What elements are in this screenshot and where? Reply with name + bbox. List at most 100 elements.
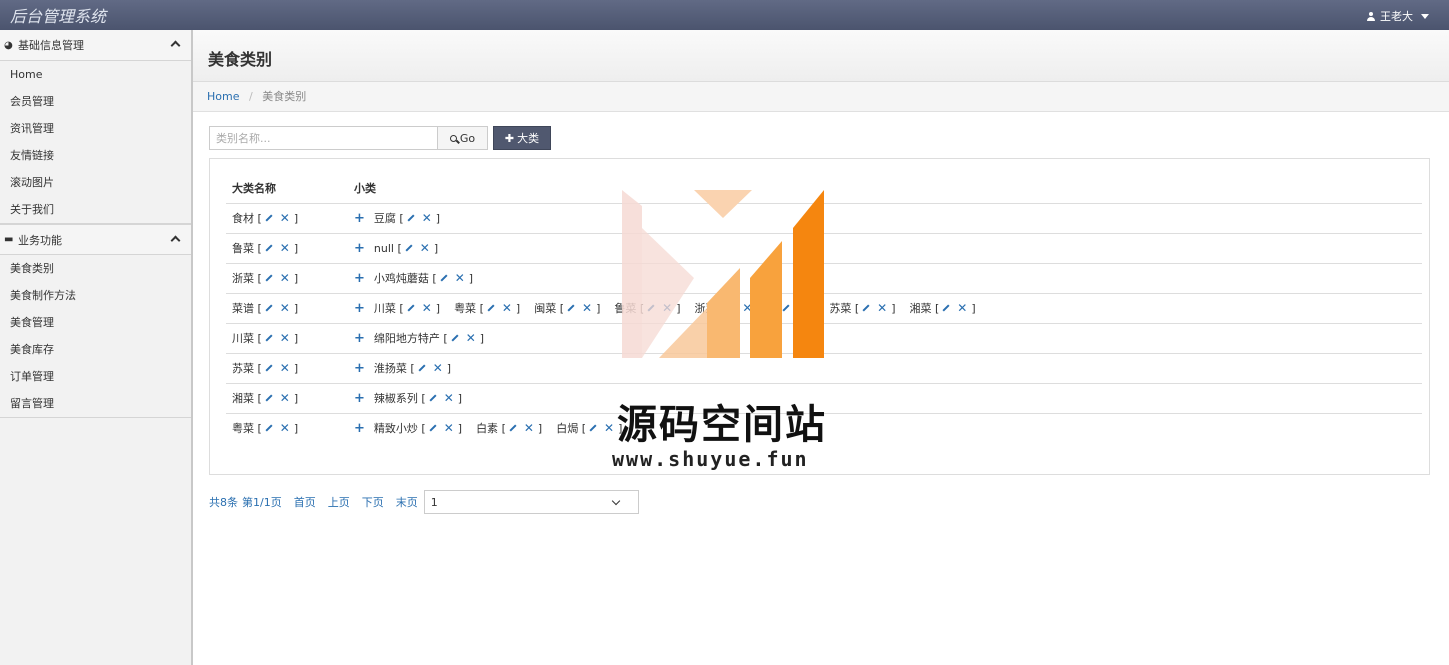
pager-prev[interactable]: 上页 [328,494,350,510]
delete-icon[interactable]: ✕ [444,421,454,435]
subcategory-item: 湘菜 [✕] [910,300,976,316]
delete-icon[interactable]: ✕ [662,301,672,315]
edit-icon[interactable] [265,274,273,282]
sidebar-item-recipes[interactable]: 美食制作方法 [0,282,191,309]
go-button[interactable]: Go [438,126,488,150]
delete-icon[interactable]: ✕ [877,301,887,315]
sidebar-item-about[interactable]: 关于我们 [0,196,191,223]
edit-icon[interactable] [451,334,459,342]
delete-icon[interactable]: ✕ [455,271,465,285]
delete-icon[interactable]: ✕ [604,421,614,435]
edit-icon[interactable] [265,214,273,222]
edit-icon[interactable] [265,424,273,432]
sidebar-item-food-manage[interactable]: 美食管理 [0,309,191,336]
page-select[interactable]: 1 [423,490,639,514]
subcategory-name: 粤菜 [454,302,477,315]
sidebar-item-orders[interactable]: 订单管理 [0,363,191,390]
delete-icon[interactable]: ✕ [280,361,290,375]
subcategory-name: 白焗 [556,422,579,436]
delete-icon[interactable]: ✕ [957,301,967,315]
add-subcategory-icon[interactable]: + [354,301,365,316]
add-subcategory-icon[interactable]: + [354,361,365,376]
edit-icon[interactable] [782,304,790,312]
table-row: 食材 [✕] + 豆腐 [✕] [226,203,1422,234]
delete-icon[interactable]: ✕ [524,421,534,435]
delete-icon[interactable]: ✕ [797,301,807,315]
bracket-close: ] [435,302,441,315]
edit-icon[interactable] [407,304,415,312]
sidebar-item-messages[interactable]: 留言管理 [0,390,191,417]
delete-icon[interactable]: ✕ [582,301,592,315]
add-subcategory-icon[interactable]: + [354,211,365,226]
delete-icon[interactable]: ✕ [422,301,432,315]
delete-icon[interactable]: ✕ [742,301,752,315]
edit-icon[interactable] [509,424,517,432]
edit-icon[interactable] [429,424,437,432]
bracket-close: ] [293,422,299,436]
delete-icon[interactable]: ✕ [433,361,443,375]
search-input[interactable] [209,126,438,150]
edit-icon[interactable] [567,304,575,312]
edit-icon[interactable] [942,304,950,312]
edit-icon[interactable] [405,243,413,252]
pager-first[interactable]: 首页 [294,494,316,510]
bracket-open: [ [257,212,262,225]
delete-icon[interactable]: ✕ [422,211,432,225]
sidebar-group-basic[interactable]: ◕ 基础信息管理 [0,30,191,61]
subcategory-name: 浙菜 [694,302,717,315]
sidebar-item-carousel[interactable]: 滚动图片 [0,169,191,196]
edit-icon[interactable] [418,364,426,372]
add-category-button[interactable]: ✚ 大类 [493,126,551,150]
add-subcategory-icon[interactable]: + [354,391,365,406]
delete-icon[interactable]: ✕ [280,241,290,255]
pager-next[interactable]: 下页 [362,494,384,510]
bracket-close: ] [457,422,463,436]
edit-icon[interactable] [265,364,273,372]
go-label: Go [459,131,476,145]
edit-icon[interactable] [265,334,273,342]
edit-icon[interactable] [265,394,273,402]
delete-icon[interactable]: ✕ [280,271,290,285]
delete-icon[interactable]: ✕ [280,421,290,435]
edit-icon[interactable] [862,304,870,312]
delete-icon[interactable]: ✕ [420,241,430,255]
user-icon [1367,11,1375,21]
delete-icon[interactable]: ✕ [444,391,454,405]
edit-icon[interactable] [440,274,448,282]
delete-icon[interactable]: ✕ [280,211,290,225]
sidebar-item-inventory[interactable]: 美食库存 [0,336,191,363]
bracket-close: ] [515,302,521,315]
bracket-open: [ [257,302,262,315]
edit-icon[interactable] [265,304,273,312]
category-name: 鲁菜 [232,242,254,255]
edit-icon[interactable] [589,424,597,432]
sidebar-item-news[interactable]: 资讯管理 [0,115,191,142]
add-subcategory-icon[interactable]: + [354,241,365,256]
add-subcategory-icon[interactable]: + [354,331,365,346]
bracket-open: [ [443,332,448,345]
pager-last[interactable]: 末页 [396,494,418,510]
edit-icon[interactable] [265,244,273,252]
sidebar-item-food-category[interactable]: 美食类别 [0,255,191,282]
sidebar-group-business[interactable]: ▬ 业务功能 [0,224,191,255]
delete-icon[interactable]: ✕ [280,391,290,405]
delete-icon[interactable]: ✕ [280,301,290,315]
edit-icon[interactable] [727,304,735,312]
sidebar-item-links[interactable]: 友情链接 [0,142,191,169]
delete-icon[interactable]: ✕ [466,331,476,345]
add-subcategory-icon[interactable]: + [354,271,365,286]
edit-icon[interactable] [487,304,495,312]
bracket-close: ] [435,212,441,225]
edit-icon[interactable] [407,214,415,222]
subcategory-item: null [✕] [374,241,438,255]
user-menu[interactable]: 王老大 [1367,8,1429,24]
breadcrumb-home[interactable]: Home [207,90,239,103]
bracket-open: [ [854,302,860,315]
delete-icon[interactable]: ✕ [280,331,290,345]
sidebar-item-home[interactable]: Home [0,61,191,88]
delete-icon[interactable]: ✕ [502,301,512,315]
sidebar-item-members[interactable]: 会员管理 [0,88,191,115]
edit-icon[interactable] [429,394,437,402]
add-subcategory-icon[interactable]: + [354,421,365,436]
edit-icon[interactable] [647,304,655,312]
